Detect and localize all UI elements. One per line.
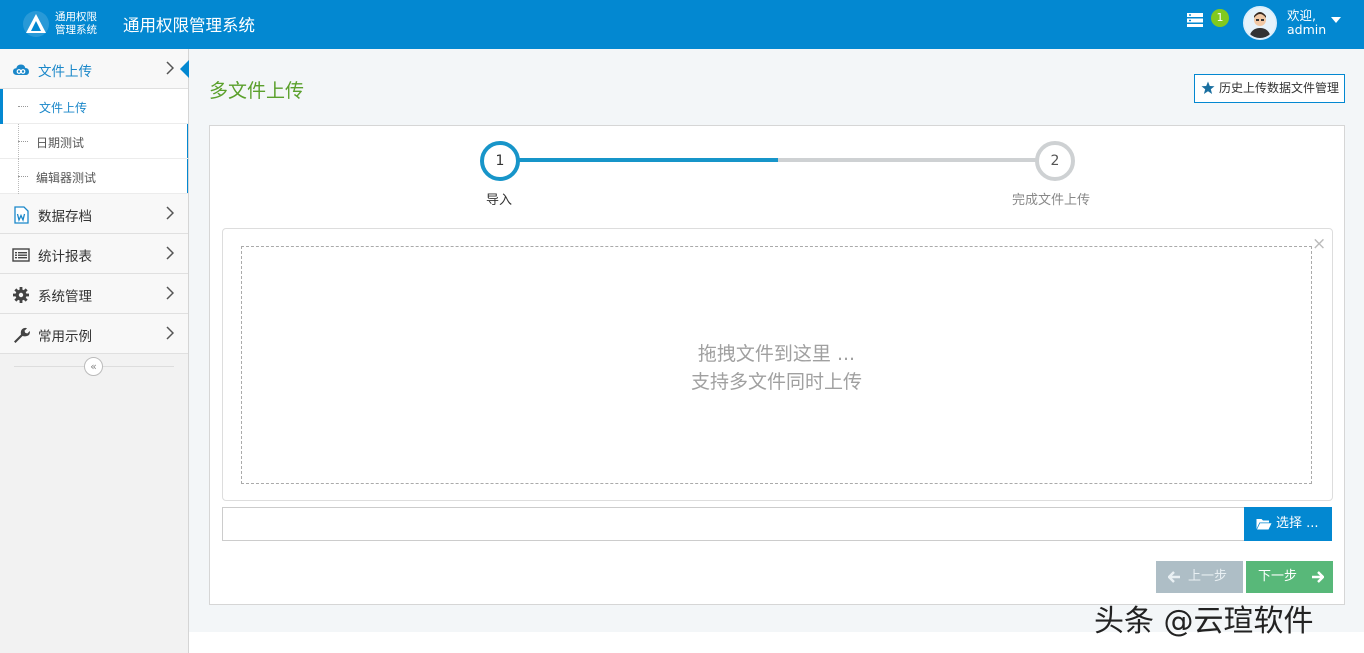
sidebar-item-data-archive[interactable]: 数据存档 (0, 194, 188, 234)
dropzone-subhint: 支持多文件同时上传 (690, 371, 862, 393)
sidebar-item-label: 统计报表 (38, 249, 92, 265)
chevron-right-icon (166, 61, 174, 75)
welcome-username: admin (1287, 22, 1327, 37)
previous-step-label: 上一步 (1188, 569, 1228, 584)
submenu-item-label: 文件上传 (39, 101, 88, 115)
main-content: 多文件上传 历史上传数据文件管理 1 2 导入 完成文件上传 拖拽文件到这里 .… (189, 49, 1364, 632)
cloud-icon (13, 64, 29, 75)
arrow-right-icon (1312, 571, 1324, 583)
submenu-item-file-upload[interactable]: 文件上传 (0, 89, 188, 124)
sidebar-item-examples[interactable]: 常用示例 (0, 314, 188, 354)
word-doc-icon (14, 206, 29, 224)
active-indicator (180, 60, 189, 78)
sidebar: 文件上传 文件上传 日期测试 编辑器测试 数据存档 统计报表 系统管理 常用示例… (0, 49, 189, 653)
message-count-badge[interactable]: 1 (1211, 9, 1229, 27)
star-icon (1201, 81, 1215, 94)
folder-open-icon (1256, 519, 1272, 530)
user-avatar-icon (1245, 8, 1275, 38)
sidebar-item-label: 文件上传 (38, 64, 92, 80)
arrow-left-icon (1168, 571, 1180, 583)
step-progress-remaining (778, 158, 1048, 162)
step-2-circle: 2 (1035, 141, 1075, 181)
chevron-right-icon (166, 206, 174, 220)
upload-panel: 1 2 导入 完成文件上传 拖拽文件到这里 ... 支持多文件同时上传 × 选择… (209, 125, 1345, 605)
submenu: 文件上传 日期测试 编辑器测试 (0, 89, 188, 194)
tree-dash (18, 176, 28, 177)
logo-icon[interactable] (22, 10, 50, 38)
welcome-text[interactable]: 欢迎, admin (1287, 9, 1326, 37)
avatar[interactable] (1243, 6, 1277, 40)
logo-text-line2: 管理系统 (55, 24, 97, 36)
gear-icon (13, 287, 29, 303)
list-icon (12, 248, 30, 262)
messages-icon[interactable] (1186, 12, 1204, 28)
next-step-button[interactable]: 下一步 (1246, 561, 1333, 593)
app-title: 通用权限管理系统 (123, 16, 255, 35)
collapse-sidebar-button[interactable]: « (84, 357, 103, 376)
active-bar (0, 89, 3, 124)
sidebar-collapse-row: « (0, 354, 188, 378)
file-dropzone[interactable]: 拖拽文件到这里 ... 支持多文件同时上传 (241, 246, 1312, 484)
logo-text-line1: 通用权限 (55, 11, 97, 23)
user-menu-caret-icon[interactable] (1331, 17, 1341, 23)
dropzone-hint: 拖拽文件到这里 ... (697, 343, 856, 365)
history-files-button[interactable]: 历史上传数据文件管理 (1194, 74, 1345, 103)
sidebar-item-label: 系统管理 (38, 289, 92, 305)
step-progress-filled (500, 158, 780, 162)
step-1-circle: 1 (480, 141, 520, 181)
browse-button[interactable]: 选择 ... (1244, 507, 1332, 541)
chevron-right-icon (166, 246, 174, 260)
tree-dash (18, 141, 28, 142)
sidebar-item-label: 数据存档 (38, 209, 92, 225)
logo-text: 通用权限 管理系统 (55, 11, 97, 37)
file-preview-area: 拖拽文件到这里 ... 支持多文件同时上传 × (222, 228, 1333, 501)
page-title: 多文件上传 (209, 80, 305, 102)
submenu-item-label: 日期测试 (36, 136, 85, 150)
submenu-item-date-test[interactable]: 日期测试 (0, 124, 188, 159)
chevron-right-icon (166, 286, 174, 300)
next-step-label: 下一步 (1258, 569, 1298, 584)
previous-step-button[interactable]: 上一步 (1156, 561, 1243, 593)
tree-dash (18, 106, 28, 107)
step-1-label: 导入 (486, 193, 513, 208)
submenu-item-label: 编辑器测试 (36, 171, 97, 185)
step-2-label: 完成文件上传 (1012, 193, 1091, 208)
submenu-item-editor-test[interactable]: 编辑器测试 (0, 159, 188, 194)
sidebar-item-file-upload[interactable]: 文件上传 (0, 49, 189, 89)
close-icon[interactable]: × (1312, 236, 1326, 253)
browse-label: 选择 ... (1276, 516, 1319, 531)
wrench-icon (14, 327, 30, 343)
top-bar: 通用权限 管理系统 通用权限管理系统 1 欢迎, admin (0, 0, 1364, 49)
history-files-label: 历史上传数据文件管理 (1219, 81, 1340, 95)
sidebar-item-label: 常用示例 (38, 329, 92, 345)
chevron-right-icon (166, 326, 174, 340)
watermark: 头条 @云瑄软件 (1094, 604, 1314, 639)
sidebar-item-system[interactable]: 系统管理 (0, 274, 188, 314)
welcome-greeting: 欢迎, (1287, 8, 1316, 23)
file-caption-input[interactable] (222, 507, 1245, 541)
sidebar-item-reports[interactable]: 统计报表 (0, 234, 188, 274)
